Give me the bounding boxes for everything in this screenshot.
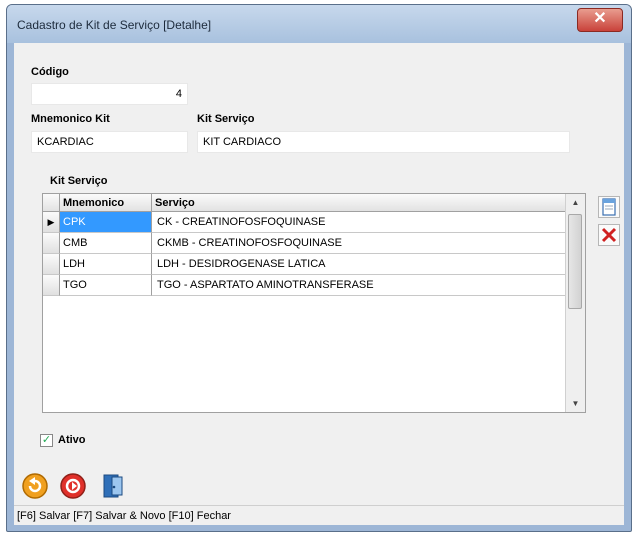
delete-item-button[interactable] <box>598 224 620 246</box>
ativo-checkbox[interactable]: ✓ <box>40 434 53 447</box>
new-item-button[interactable] <box>598 196 620 218</box>
cell-mnemonico[interactable]: LDH <box>60 254 152 275</box>
table-row[interactable]: CMB CKMB - CREATINOFOSFOQUINASE <box>43 233 566 254</box>
title-bar[interactable]: Cadastro de Kit de Serviço [Detalhe] ✕ <box>7 5 631 43</box>
form-body: Código 4 Mnemonico Kit KCARDIAC Kit Serv… <box>14 43 624 525</box>
close-button[interactable]: ✕ <box>577 8 623 32</box>
grid-vertical-scrollbar[interactable]: ▲ ▼ <box>565 194 585 412</box>
close-icon: ✕ <box>593 10 607 27</box>
cell-mnemonico[interactable]: CMB <box>60 233 152 254</box>
window-title: Cadastro de Kit de Serviço [Detalhe] <box>17 18 212 32</box>
scroll-thumb[interactable] <box>568 214 582 309</box>
status-bar: [F6] Salvar [F7] Salvar & Novo [F10] Fec… <box>14 505 624 525</box>
row-indicator-arrow-icon: ▶ <box>43 212 60 233</box>
kit-servico-field[interactable]: KIT CARDIACO <box>197 131 570 153</box>
kit-servico-grid[interactable]: Mnemonico Serviço ▶ CPK CK - CREATINOFOS… <box>42 193 586 413</box>
column-header-servico[interactable]: Serviço <box>152 194 566 212</box>
column-header-mnemonico[interactable]: Mnemonico <box>60 194 152 212</box>
table-row[interactable]: ▶ CPK CK - CREATINOFOSFOQUINASE <box>43 212 566 233</box>
cell-servico[interactable]: TGO - ASPARTATO AMINOTRANSFERASE <box>152 275 566 296</box>
cell-servico[interactable]: CKMB - CREATINOFOSFOQUINASE <box>152 233 566 254</box>
row-indicator <box>43 275 60 296</box>
close-form-button[interactable] <box>98 471 128 501</box>
cell-mnemonico[interactable]: CPK <box>60 212 152 233</box>
grid-corner-header <box>43 194 60 212</box>
toolbar <box>14 467 624 505</box>
exit-door-icon <box>103 474 123 498</box>
save-new-icon <box>60 473 86 499</box>
save-and-new-button[interactable] <box>58 471 88 501</box>
codigo-label: Código <box>31 66 69 78</box>
grid-section-label: Kit Serviço <box>50 175 108 187</box>
delete-icon <box>601 227 617 243</box>
new-document-icon <box>602 198 616 216</box>
codigo-field[interactable]: 4 <box>31 83 188 105</box>
table-row[interactable]: LDH LDH - DESIDROGENASE LATICA <box>43 254 566 275</box>
ativo-label: Ativo <box>58 434 86 446</box>
window: Cadastro de Kit de Serviço [Detalhe] ✕ C… <box>6 4 632 532</box>
kit-servico-label: Kit Serviço <box>197 113 255 125</box>
save-button[interactable] <box>20 471 50 501</box>
mnemonico-kit-field[interactable]: KCARDIAC <box>31 131 188 153</box>
row-indicator <box>43 233 60 254</box>
cell-servico[interactable]: CK - CREATINOFOSFOQUINASE <box>152 212 566 233</box>
scroll-down-icon[interactable]: ▼ <box>567 395 584 412</box>
cell-mnemonico[interactable]: TGO <box>60 275 152 296</box>
table-row[interactable]: TGO TGO - ASPARTATO AMINOTRANSFERASE <box>43 275 566 296</box>
save-icon <box>22 473 48 499</box>
scroll-up-icon[interactable]: ▲ <box>567 194 584 211</box>
cell-servico[interactable]: LDH - DESIDROGENASE LATICA <box>152 254 566 275</box>
mnemonico-kit-label: Mnemonico Kit <box>31 113 110 125</box>
row-indicator <box>43 254 60 275</box>
